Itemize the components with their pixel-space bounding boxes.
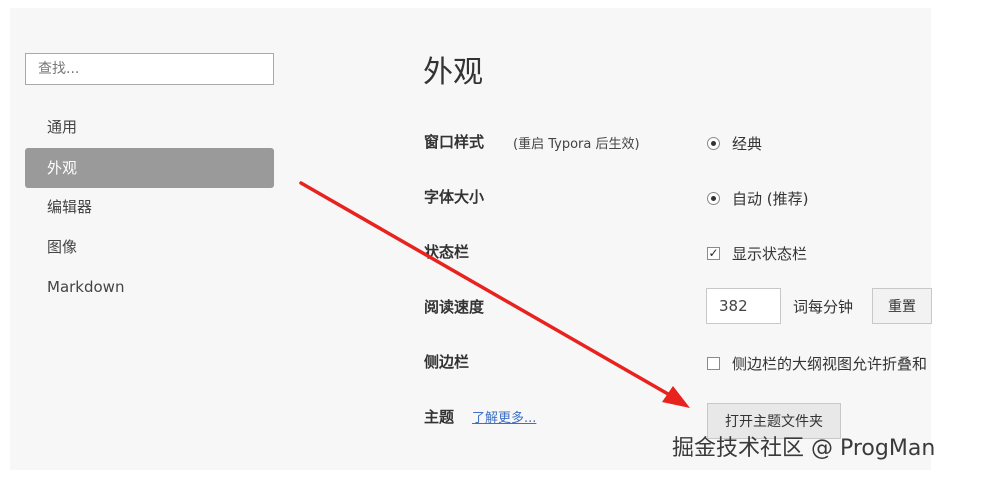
sidebar-item-general[interactable]: 通用 — [25, 107, 274, 147]
reset-button[interactable]: 重置 — [872, 288, 932, 324]
font-size-option-label: 自动 (推荐) — [732, 190, 809, 208]
window-style-classic-radio[interactable] — [707, 137, 720, 150]
sidebar-item-markdown[interactable]: Markdown — [25, 267, 274, 307]
status-bar-option-label: 显示状态栏 — [732, 245, 808, 263]
reading-speed-unit: 词每分钟 — [793, 298, 854, 316]
sidebar-item-appearance[interactable]: 外观 — [25, 148, 274, 188]
status-bar-label: 状态栏 — [424, 243, 470, 261]
reading-speed-label: 阅读速度 — [424, 298, 485, 316]
window-style-option-label: 经典 — [732, 135, 763, 153]
learn-more-link[interactable]: 了解更多... — [472, 407, 536, 426]
sidebar-setting-label: 侧边栏 — [424, 353, 470, 371]
watermark: 掘金技术社区 @ ProgMan — [672, 436, 936, 461]
sidebar-item-image[interactable]: 图像 — [25, 227, 274, 267]
sidebar-item-editor[interactable]: 编辑器 — [25, 187, 274, 227]
window-style-label: 窗口样式 — [424, 133, 485, 151]
search-input[interactable] — [25, 53, 274, 85]
theme-label: 主题 — [424, 408, 455, 426]
window-style-note: (重启 Typora 后生效) — [513, 137, 640, 152]
sidebar-outline-collapse-label: 侧边栏的大纲视图允许折叠和 — [732, 355, 928, 373]
checkmark-icon: ✓ — [708, 246, 719, 260]
status-bar-checkbox[interactable]: ✓ — [707, 247, 720, 260]
font-size-auto-radio[interactable] — [707, 192, 720, 205]
page-title: 外观 — [423, 55, 483, 90]
reading-speed-input[interactable] — [706, 288, 781, 324]
sidebar-outline-collapse-checkbox[interactable] — [707, 357, 720, 370]
font-size-label: 字体大小 — [424, 188, 485, 206]
